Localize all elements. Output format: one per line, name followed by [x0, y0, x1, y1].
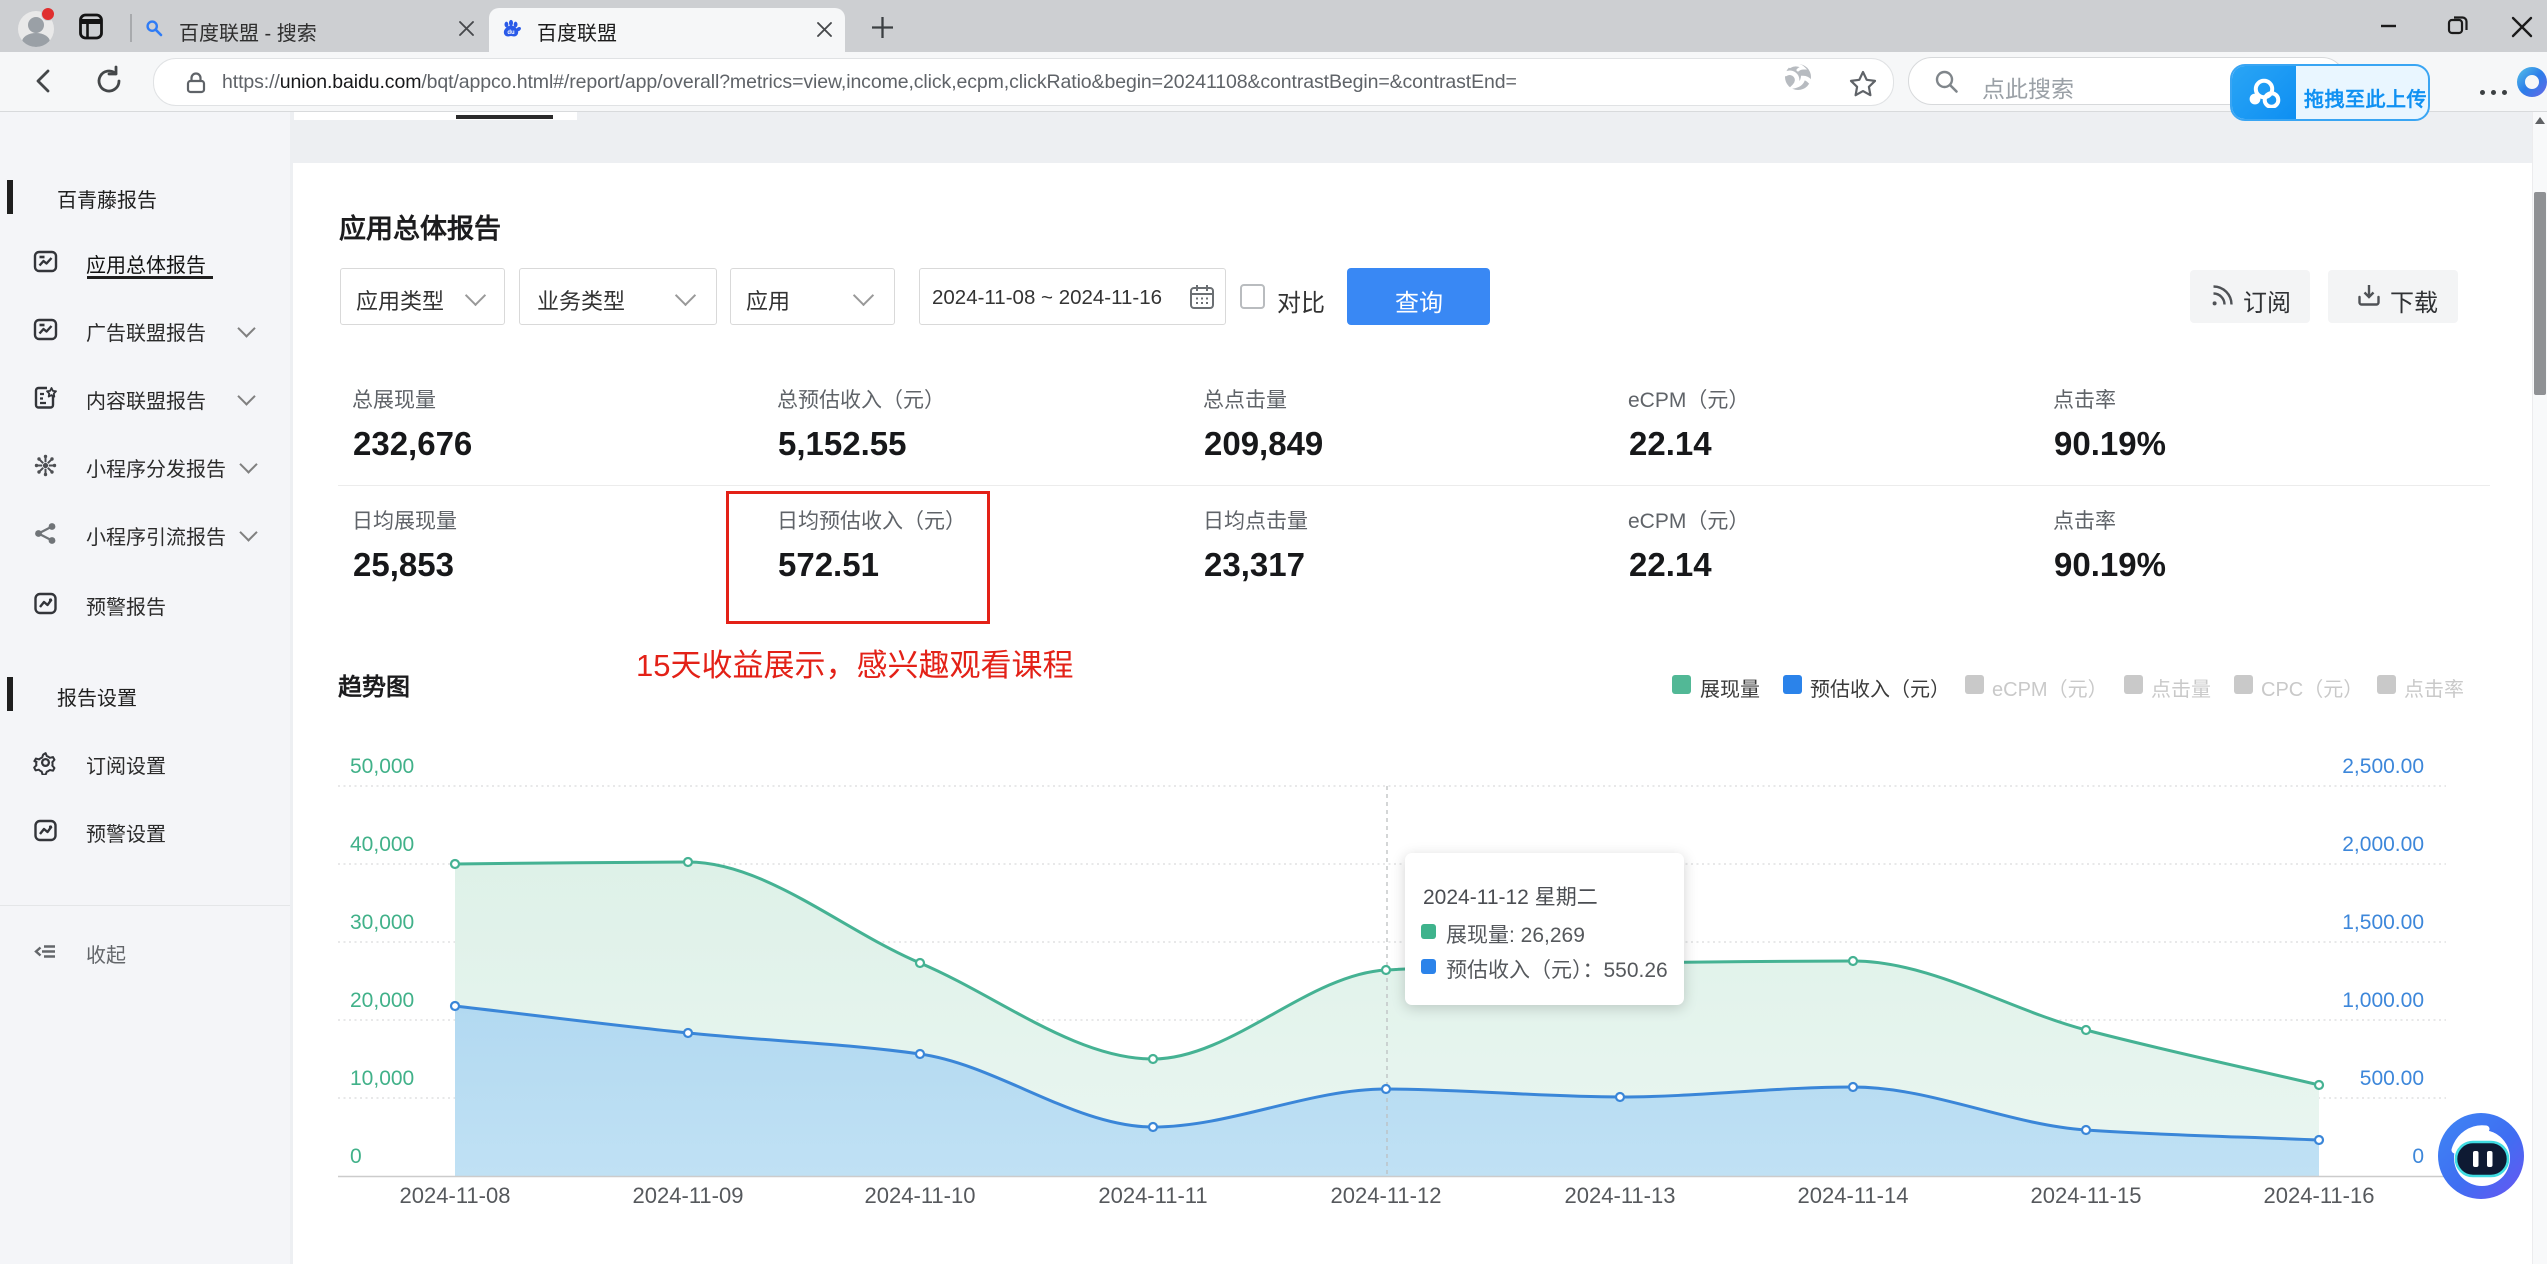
svg-text:2024-11-12: 2024-11-12: [1331, 1183, 1442, 1208]
svg-text:1,500.00: 1,500.00: [2342, 911, 2424, 934]
svg-text:2024-11-14: 2024-11-14: [1798, 1183, 1909, 1208]
svg-text:2,000.00: 2,000.00: [2342, 833, 2424, 856]
svg-text:2024-11-08: 2024-11-08: [400, 1183, 511, 1208]
svg-text:500.00: 500.00: [2360, 1067, 2424, 1090]
svg-text:1,000.00: 1,000.00: [2342, 989, 2424, 1012]
svg-text:2024-11-09: 2024-11-09: [633, 1183, 744, 1208]
svg-text:40,000: 40,000: [350, 833, 414, 856]
svg-text:2024-11-16: 2024-11-16: [2264, 1183, 2375, 1208]
svg-text:30,000: 30,000: [350, 911, 414, 934]
svg-text:2,500.00: 2,500.00: [2342, 755, 2424, 778]
svg-text:2024-11-13: 2024-11-13: [1565, 1183, 1676, 1208]
svg-text:0: 0: [350, 1145, 362, 1168]
svg-text:0: 0: [2412, 1145, 2424, 1168]
svg-text:10,000: 10,000: [350, 1067, 414, 1090]
svg-text:20,000: 20,000: [350, 989, 414, 1012]
svg-text:2024-11-15: 2024-11-15: [2031, 1183, 2142, 1208]
svg-text:2024-11-10: 2024-11-10: [865, 1183, 976, 1208]
svg-text:50,000: 50,000: [350, 755, 414, 778]
svg-text:2024-11-11: 2024-11-11: [1098, 1183, 1207, 1208]
